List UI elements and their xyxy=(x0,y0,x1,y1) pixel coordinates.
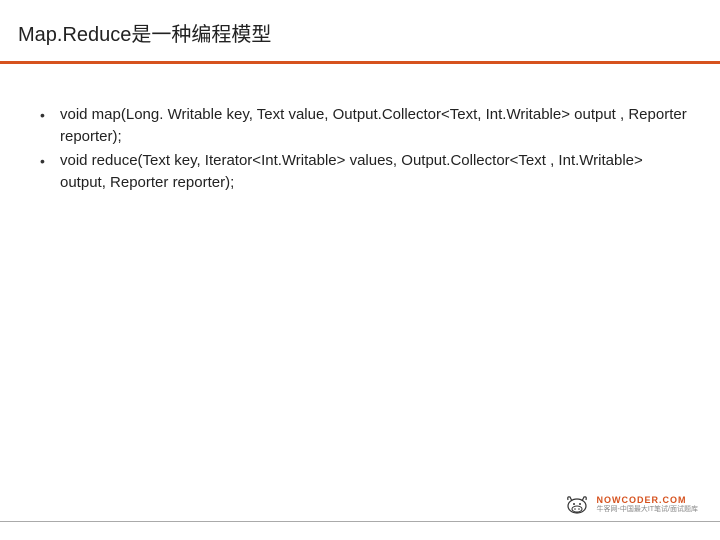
list-item: • void reduce(Text key, Iterator<Int.Wri… xyxy=(38,150,690,194)
cow-logo-icon xyxy=(563,492,591,516)
logo-main-text: NOWCODER.COM xyxy=(597,496,699,505)
bullet-dot-icon: • xyxy=(38,104,60,126)
slide-title: Map.Reduce是一种编程模型 xyxy=(0,18,720,61)
footer: NOWCODER.COM 牛客网-中国最大IT笔试/面试题库 xyxy=(0,521,720,522)
logo-text: NOWCODER.COM 牛客网-中国最大IT笔试/面试题库 xyxy=(597,496,699,513)
bullet-list: • void map(Long. Writable key, Text valu… xyxy=(38,104,690,194)
bullet-text: void reduce(Text key, Iterator<Int.Writa… xyxy=(60,150,690,194)
bullet-text: void map(Long. Writable key, Text value,… xyxy=(60,104,690,148)
bullet-dot-icon: • xyxy=(38,150,60,172)
list-item: • void map(Long. Writable key, Text valu… xyxy=(38,104,690,148)
logo-block: NOWCODER.COM 牛客网-中国最大IT笔试/面试题库 xyxy=(563,492,699,516)
slide-container: Map.Reduce是一种编程模型 • void map(Long. Writa… xyxy=(0,0,720,540)
footer-divider xyxy=(0,521,720,522)
content-area: • void map(Long. Writable key, Text valu… xyxy=(0,64,720,194)
logo-sub-text: 牛客网-中国最大IT笔试/面试题库 xyxy=(597,506,699,513)
